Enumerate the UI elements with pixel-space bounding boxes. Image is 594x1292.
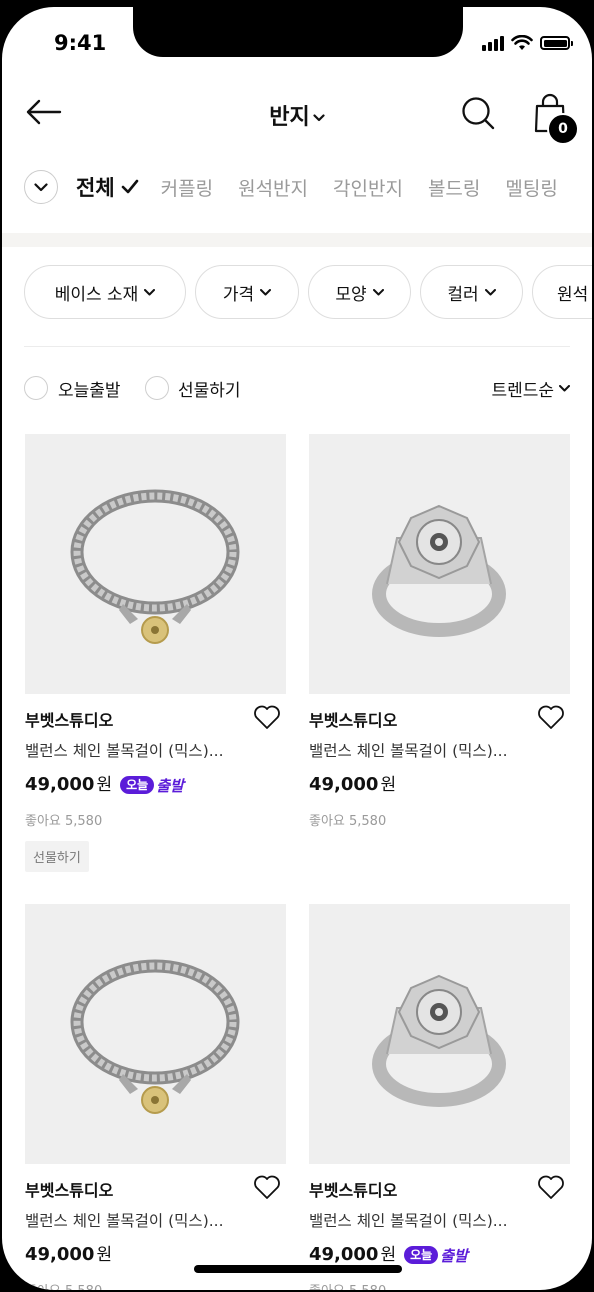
product-price: 49,000 원 <box>309 770 396 795</box>
page-title[interactable]: 반지 <box>2 99 592 131</box>
notch <box>133 7 463 57</box>
price-currency: 원 <box>96 1245 113 1265</box>
product-price: 49,000 원 오늘 출발 <box>309 1240 468 1267</box>
heart-icon[interactable] <box>253 1174 281 1200</box>
heart-icon[interactable] <box>537 1174 565 1200</box>
badge-pill: 오늘 <box>404 1246 439 1264</box>
tab-gemstone-ring[interactable]: 원석반지 <box>238 174 308 201</box>
product-price: 49,000 원 오늘 출발 <box>25 770 184 797</box>
sort-dropdown[interactable]: 트렌드순 <box>491 376 570 401</box>
tab-all[interactable]: 전체 <box>76 172 139 202</box>
ring-illustration <box>372 974 506 1107</box>
product-name: 밸런스 체인 볼목걸이 (믹스)... <box>25 1212 224 1230</box>
product-name: 밸런스 체인 볼목걸이 (믹스)... <box>309 1212 508 1230</box>
signal-icon <box>482 35 504 51</box>
chevron-down-icon <box>372 288 384 295</box>
price-amount: 49,000 <box>309 1244 379 1265</box>
chevron-down-icon <box>484 288 496 295</box>
option-row: 오늘출발 선물하기 트렌드순 <box>24 374 570 404</box>
today-shipping-badge: 오늘 출발 <box>120 775 184 796</box>
cart-count-badge: 0 <box>547 113 579 145</box>
badge-text: 출발 <box>156 776 184 795</box>
product-name: 밸런스 체인 볼목걸이 (믹스)... <box>25 742 224 760</box>
ring-image[interactable] <box>309 434 570 694</box>
filter-chips: 베이스 소재 가격 모양 컬러 원석 <box>24 265 592 323</box>
chevron-down-icon <box>144 288 156 295</box>
battery-icon <box>540 36 573 50</box>
status-icons <box>482 35 573 51</box>
phone-screen: 9:41 반지 0 전체 커플링 원석반지 각인반지 볼드링 멜팅링 베이스 소… <box>2 7 592 1290</box>
sort-label: 트렌드순 <box>491 381 554 401</box>
filter-color-label: 컬러 <box>447 284 479 305</box>
chevron-down-icon <box>313 114 325 122</box>
page-title-label: 반지 <box>269 105 310 130</box>
product-brand: 부벳스튜디오 <box>309 711 398 730</box>
badge-pill: 오늘 <box>120 776 155 794</box>
filter-color-button[interactable]: 컬러 <box>420 265 523 319</box>
chevron-down-icon <box>559 385 570 392</box>
product-brand: 부벳스튜디오 <box>25 1181 114 1200</box>
home-indicator[interactable] <box>194 1265 402 1273</box>
filter-shape-button[interactable]: 모양 <box>308 265 411 319</box>
bracelet-illustration <box>70 489 240 644</box>
gift-radio[interactable] <box>145 376 169 400</box>
chevron-down-icon <box>260 288 272 295</box>
price-currency: 원 <box>380 1245 397 1265</box>
price-amount: 49,000 <box>309 774 379 795</box>
search-icon[interactable] <box>460 95 496 131</box>
filter-material-button[interactable]: 베이스 소재 <box>24 265 186 319</box>
heart-icon[interactable] <box>537 704 565 730</box>
heart-icon[interactable] <box>253 704 281 730</box>
price-currency: 원 <box>96 775 113 795</box>
filter-price-button[interactable]: 가격 <box>195 265 299 319</box>
gift-tag: 선물하기 <box>25 841 89 872</box>
product-likes: 좋아요 5,580 <box>309 1280 386 1290</box>
bracelet-image[interactable] <box>25 904 286 1164</box>
tab-couple-ring[interactable]: 커플링 <box>161 174 213 201</box>
filter-gemstone-label: 원석 <box>557 284 589 305</box>
today-shipping-label[interactable]: 오늘출발 <box>58 376 121 401</box>
category-expand-button[interactable] <box>24 170 58 204</box>
today-shipping-radio[interactable] <box>24 376 48 400</box>
tab-bold-ring[interactable]: 볼드링 <box>428 174 480 201</box>
product-likes: 좋아요 5,580 <box>25 814 103 829</box>
filter-shape-label: 모양 <box>335 284 367 305</box>
product-brand: 부벳스튜디오 <box>25 711 114 730</box>
status-time: 9:41 <box>54 31 107 55</box>
price-currency: 원 <box>380 775 397 795</box>
wifi-icon <box>511 35 533 50</box>
chevron-down-icon <box>34 182 48 191</box>
badge-text: 출발 <box>440 1246 468 1265</box>
product-name: 밸런스 체인 볼목걸이 (믹스)... <box>309 742 508 760</box>
price-amount: 49,000 <box>25 774 95 795</box>
price-amount: 49,000 <box>25 1244 95 1265</box>
section-divider <box>2 233 592 247</box>
bracelet-illustration <box>70 959 240 1114</box>
product-likes: 좋아요 5,580 <box>309 814 387 829</box>
bracelet-image[interactable] <box>25 434 286 694</box>
header: 반지 <box>2 85 592 145</box>
product-brand: 부벳스튜디오 <box>309 1181 398 1200</box>
filter-material-label: 베이스 소재 <box>54 284 139 305</box>
product-price: 49,000 원 <box>25 1240 112 1265</box>
ring-image[interactable] <box>309 904 570 1164</box>
filter-price-label: 가격 <box>222 284 255 305</box>
tab-melting-ring[interactable]: 멜팅링 <box>505 174 557 201</box>
filter-gemstone-button[interactable]: 원석 <box>532 265 592 319</box>
checkmark-icon <box>121 179 138 194</box>
tab-engraved-ring[interactable]: 각인반지 <box>333 174 403 201</box>
divider <box>24 346 570 347</box>
gift-label[interactable]: 선물하기 <box>178 376 241 401</box>
tab-all-label: 전체 <box>76 176 115 200</box>
category-tabs: 전체 커플링 원석반지 각인반지 볼드링 멜팅링 <box>24 167 592 207</box>
product-likes: 좋아요 5,580 <box>25 1280 102 1290</box>
ring-illustration <box>372 504 506 637</box>
today-shipping-badge: 오늘 출발 <box>404 1245 468 1266</box>
